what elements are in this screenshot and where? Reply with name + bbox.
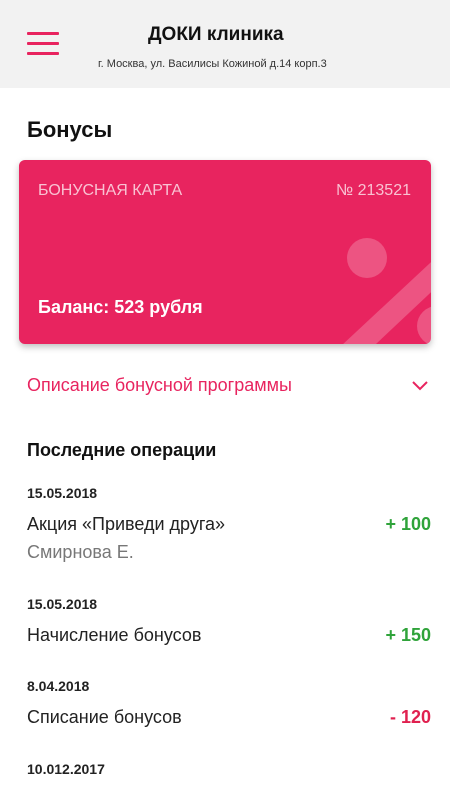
operation-amount: + 100 xyxy=(385,514,431,534)
page-title: Бонусы xyxy=(27,117,113,142)
card-balance: Баланс: 523 рубля xyxy=(38,297,203,317)
program-description-link[interactable]: Описание бонусной программы xyxy=(27,375,292,396)
card-label: БОНУСНАЯ КАРТА xyxy=(38,182,183,199)
clinic-address: г. Москва, ул. Василисы Кожиной д.14 кор… xyxy=(98,58,327,70)
operation-title: Акция «Приведи друга» xyxy=(27,514,226,534)
operation-amount: + 150 xyxy=(385,625,431,645)
operation-subtitle: Смирнова Е. xyxy=(27,542,134,562)
operation-date: 10.012.2017 xyxy=(27,761,105,777)
operation-date: 15.05.2018 xyxy=(27,596,98,612)
operations-title: Последние операции xyxy=(27,440,217,460)
percent-icon xyxy=(343,238,431,344)
clinic-name: ДОКИ клиника xyxy=(148,24,284,45)
operation-amount: - 120 xyxy=(389,707,431,727)
chevron-down-icon[interactable] xyxy=(410,378,430,392)
card-number: № 213521 xyxy=(336,182,411,199)
bonus-card[interactable]: БОНУСНАЯ КАРТА № 213521 Баланс: 523 рубл… xyxy=(19,160,431,344)
app-header: ДОКИ клиника г. Москва, ул. Василисы Кож… xyxy=(0,0,450,88)
operation-date: 15.05.2018 xyxy=(27,485,98,501)
operation-title: Списание бонусов xyxy=(27,707,182,727)
operation-title: Начисление бонусов xyxy=(27,625,202,645)
operation-date: 8.04.2018 xyxy=(27,678,90,694)
hamburger-menu-icon[interactable] xyxy=(27,32,61,56)
